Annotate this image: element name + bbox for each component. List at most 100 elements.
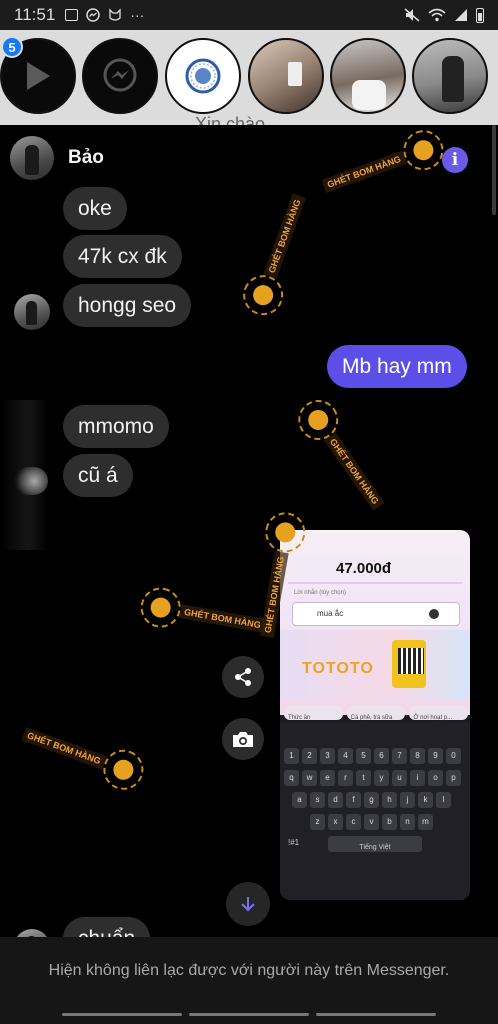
signal-icon [455,9,467,21]
keyboard-symbols-key: !#1 [288,838,300,847]
keyboard-key: x [328,814,343,830]
qr-icon [398,648,424,674]
play-icon [27,62,50,90]
keyboard-key: f [346,792,361,808]
keyboard-key: 3 [320,748,335,764]
messenger-icon [86,8,101,22]
chat-head-user-2[interactable] [330,38,406,114]
chat-head-user-3[interactable] [412,38,488,114]
share-icon [235,668,251,686]
keyboard-key: h [382,792,397,808]
messenger-icon [103,58,137,92]
message-bubble-them[interactable]: oke [63,187,127,230]
field-label: Lời nhắn (tùy chọn) [294,590,346,596]
keyboard-key: s [310,792,325,808]
keyboard-key: e [320,770,335,786]
chip: Thức ăn [284,706,343,721]
nav-recents[interactable] [62,1013,182,1016]
share-button[interactable] [222,656,264,698]
keyboard-key: z [310,814,325,830]
nav-back[interactable] [316,1013,436,1016]
keyboard-key: b [382,814,397,830]
keyboard-key: k [418,792,433,808]
message-bubble-them[interactable]: hongg seo [63,284,192,327]
message-bubble-me[interactable]: Mb hay mm [327,345,467,388]
keyboard-key: g [364,792,379,808]
message-bubble-them[interactable]: mmomo [63,405,169,448]
keyboard-key: o [428,770,443,786]
keyboard-key: 1 [284,748,299,764]
arrow-down-icon [241,897,255,912]
chip: Ở nơi hoạt p... [409,706,469,721]
nav-home[interactable] [189,1013,309,1016]
keyboard-key: 9 [428,748,443,764]
keyboard-key: l [436,792,451,808]
avatar-photo [288,62,302,86]
camera-button[interactable] [222,718,264,760]
keyboard-key: u [392,770,407,786]
watermark: GHÉT BOM HÀNG [137,584,268,645]
keyboard-key: r [338,770,353,786]
keyboard-key: q [284,770,299,786]
keyboard-key: d [328,792,343,808]
notification-icons: ··· [65,7,144,23]
scroll-to-bottom-button[interactable] [226,882,270,926]
system-nav-bar [0,1005,498,1024]
chat-head-messenger[interactable] [82,38,158,114]
watermark: GHÉT BOM HÀNG [17,715,149,796]
keyboard-key: 8 [410,748,425,764]
chat-panel: Bảo i oke 47k cx đk hongg seo Mb hay mm … [0,125,498,1024]
camera-icon [233,732,253,747]
keyboard-key: 0 [446,748,461,764]
avatar-photo [352,80,386,110]
contact-avatar[interactable] [10,136,54,180]
scrollbar[interactable] [492,125,496,215]
gallery-icon [65,9,79,21]
keyboard-row-1: qwertyuiop [284,770,461,786]
avatar-photo [442,56,464,102]
keyboard-key: 5 [356,748,371,764]
status-bar: 11:51 ··· [0,0,498,30]
sender-avatar-eye [14,467,48,495]
image-message[interactable]: 47.000đ Lời nhắn (tùy chọn) mua ắc TOTOT… [280,530,470,900]
clear-icon [429,609,439,619]
more-dots: ··· [130,7,145,23]
keyboard-key: c [346,814,361,830]
keyboard-key: p [446,770,461,786]
keyboard-key: 2 [302,748,317,764]
keyboard-key: n [400,814,415,830]
keyboard-key: 4 [338,748,353,764]
keyboard-spacebar: Tiếng Việt [328,836,422,852]
keyboard-key: j [400,792,415,808]
mute-icon [404,8,420,22]
wifi-icon [428,8,446,22]
keyboard-row-2: asdfghjkl [292,792,451,808]
chat-head-logo[interactable] [165,38,241,114]
message-bubble-them[interactable]: 47k cx đk [63,235,182,278]
message-field: mua ắc [292,602,460,626]
divider [288,582,462,584]
chat-heads-strip: Xin chào 5 [0,30,498,134]
payment-amount: 47.000đ [336,560,392,577]
unavailable-notice: Hiện không liên lạc được với người này t… [0,937,498,1005]
chat-head-user-1[interactable] [248,38,324,114]
system-icons [404,7,484,23]
unread-badge: 5 [1,36,23,58]
battery-icon [476,7,484,23]
keyboard-key: t [356,770,371,786]
keyboard-key: 6 [374,748,389,764]
cat-face-icon [109,8,121,21]
keyboard-key: y [374,770,389,786]
unavailable-notice-text: Hiện không liên lạc được với người này t… [48,962,450,979]
keyboard-key: w [302,770,317,786]
watermark: GHÉT BOM HÀNG [237,189,318,321]
keyboard-key: 7 [392,748,407,764]
keyboard-key: v [364,814,379,830]
keyboard-row-3: zxcvbnm [310,814,433,830]
chip: Cà phê, trà sữa [346,706,406,721]
watermark: GHÉT BOM HÀNG [290,392,395,518]
message-bubble-them[interactable]: cũ á [63,454,133,497]
contact-name[interactable]: Bảo [68,147,104,169]
keyboard-key: m [418,814,433,830]
sender-avatar [14,294,50,330]
